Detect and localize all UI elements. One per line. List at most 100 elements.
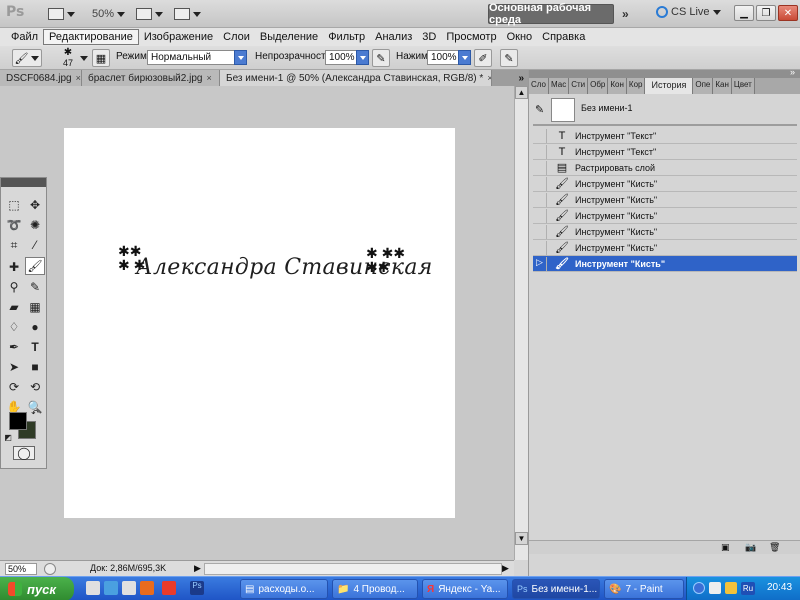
crop-tool-icon[interactable]: ⌗ [4, 236, 24, 254]
close-icon[interactable]: × [206, 73, 211, 83]
flow-field[interactable]: 100% [427, 50, 459, 65]
3d-rotate-tool-icon[interactable]: ⟳ [4, 378, 24, 396]
path-selection-tool-icon[interactable]: ➤ [4, 358, 24, 376]
blend-mode-dropdown-button[interactable] [234, 50, 247, 65]
history-step[interactable]: T Инструмент "Текст" [533, 128, 797, 144]
marquee-tool-icon[interactable]: ⬚ [4, 196, 24, 214]
history-step[interactable]: 🖌 Инструмент "Кисть" [533, 192, 797, 208]
new-snapshot-icon[interactable]: 📷 [745, 542, 756, 553]
arrange-documents-button[interactable] [136, 6, 163, 22]
history-step[interactable]: 🖌 Инструмент "Кисть" [533, 176, 797, 192]
menu-file[interactable]: Файл [6, 30, 43, 44]
delete-state-icon[interactable]: 🗑 [769, 542, 780, 553]
status-menu-arrow-icon[interactable]: ▶ [194, 563, 201, 574]
blur-tool-icon[interactable]: ♢ [4, 318, 24, 336]
doc-tab-bracelet[interactable]: браслет бирюзовый2.jpg × [82, 70, 220, 86]
menu-window[interactable]: Окно [502, 30, 538, 44]
menu-view[interactable]: Просмотр [441, 30, 501, 44]
scroll-down-icon[interactable]: ▼ [515, 532, 528, 545]
language-indicator[interactable]: Ru [741, 582, 755, 595]
chevron-down-icon[interactable] [80, 56, 88, 61]
history-state-checkbox[interactable] [533, 128, 547, 143]
new-document-from-state-icon[interactable]: ▣ [721, 542, 730, 553]
brush-tool-icon[interactable]: 🖌 [25, 257, 45, 275]
minimize-button[interactable]: ▁ [734, 5, 754, 21]
document-canvas[interactable] [64, 128, 455, 518]
launch-bridge-button[interactable] [48, 6, 75, 22]
move-tool-icon[interactable]: ✥ [25, 196, 45, 214]
opacity-field[interactable]: 100% [325, 50, 357, 65]
history-state-slider-icon[interactable]: ▷ [533, 256, 547, 271]
history-state-checkbox[interactable] [533, 240, 547, 255]
taskbar-item-yandex[interactable]: Я Яндекс - Ya... [422, 579, 508, 599]
history-state-checkbox[interactable] [533, 224, 547, 239]
history-step[interactable]: ▤ Растрировать слой [533, 160, 797, 176]
tab-channels[interactable]: Кан [713, 78, 732, 94]
history-state-checkbox[interactable] [533, 144, 547, 159]
tab-correction[interactable]: Кор [626, 78, 646, 94]
shape-tool-icon[interactable]: ■ [25, 358, 45, 376]
tab-contours[interactable]: Кон [608, 78, 627, 94]
menu-image[interactable]: Изображение [139, 30, 218, 44]
vertical-scrollbar[interactable]: ▲ ▼ [514, 86, 528, 560]
screen-mode-button[interactable] [174, 6, 201, 22]
history-step[interactable]: 🖌 Инструмент "Кисть" [533, 208, 797, 224]
clock[interactable]: 20:43 [767, 582, 792, 593]
start-button[interactable]: пуск [0, 577, 74, 600]
doc-tab-dscf0684[interactable]: DSCF0684.jpg × [0, 70, 82, 86]
eraser-tool-icon[interactable]: ▰ [4, 298, 24, 316]
history-step[interactable]: 🖌 Инструмент "Кисть" [533, 224, 797, 240]
brush-picker[interactable]: ✱ 47 [56, 48, 80, 69]
show-desktop-icon[interactable] [86, 581, 100, 595]
tray-expand-icon[interactable] [693, 582, 705, 594]
media-player-icon[interactable] [122, 581, 136, 595]
taskbar-item-spreadsheet[interactable]: ▤ расходы.о... [240, 579, 328, 599]
cs-live-button[interactable]: CS Live [656, 6, 721, 18]
history-snapshot[interactable]: ✎ Без имени-1 [533, 98, 797, 124]
quick-mask-icon[interactable]: ◯ [13, 446, 35, 460]
tools-panel-header[interactable] [1, 178, 46, 187]
blend-mode-select[interactable]: Нормальный [147, 50, 235, 65]
workspace-switcher-button[interactable]: Основная рабочая среда [488, 2, 614, 26]
history-step[interactable]: T Инструмент "Текст" [533, 144, 797, 160]
tablet-size-toggle[interactable]: ✎ [500, 49, 518, 67]
history-step-current[interactable]: ▷ 🖌 Инструмент "Кисть" [533, 256, 797, 272]
tool-preset-picker[interactable]: 🖌 [12, 49, 42, 67]
menu-help[interactable]: Справка [537, 30, 590, 44]
taskbar-item-paint[interactable]: 🎨 7 - Paint [604, 579, 684, 599]
default-colors-icon[interactable]: ◩ [3, 432, 13, 442]
opera-icon[interactable] [162, 581, 176, 595]
scroll-right-icon[interactable]: ▶ [502, 563, 509, 574]
history-brush-source-icon[interactable]: ✎ [535, 103, 544, 116]
dodge-tool-icon[interactable]: ● [25, 318, 45, 336]
foreground-color-swatch[interactable] [9, 412, 27, 430]
tablet-opacity-toggle[interactable]: ✎ [372, 49, 390, 67]
close-icon[interactable]: × [76, 73, 81, 83]
share-icon[interactable] [44, 563, 56, 575]
flow-slider-button[interactable] [458, 50, 471, 65]
quick-selection-tool-icon[interactable]: ✺ [25, 216, 45, 234]
collapse-panel-icon[interactable]: » [790, 67, 795, 77]
taskbar-item-explorer[interactable]: 📁 4 Провод... [332, 579, 418, 599]
type-tool-icon[interactable]: T [25, 338, 45, 356]
tab-color[interactable]: Цвет [731, 78, 755, 94]
spot-healing-tool-icon[interactable]: ✚ [4, 258, 24, 276]
panel-header-bar[interactable]: » [529, 67, 800, 78]
history-state-checkbox[interactable] [533, 160, 547, 175]
tab-history[interactable]: История [645, 78, 694, 94]
history-state-checkbox[interactable] [533, 192, 547, 207]
eyedropper-tool-icon[interactable]: ⁄ [25, 236, 45, 254]
history-step[interactable]: 🖌 Инструмент "Кисть" [533, 240, 797, 256]
clone-stamp-tool-icon[interactable]: ⚲ [4, 278, 24, 296]
tab-samples[interactable]: Обр [588, 78, 609, 94]
menu-3d[interactable]: 3D [417, 30, 441, 44]
gradient-tool-icon[interactable]: ▦ [25, 298, 45, 316]
close-button[interactable]: ✕ [778, 5, 798, 21]
3d-orbit-tool-icon[interactable]: ⟲ [25, 378, 45, 396]
scroll-up-icon[interactable]: ▲ [515, 86, 528, 99]
history-state-checkbox[interactable] [533, 208, 547, 223]
restore-button[interactable]: ❐ [756, 5, 776, 21]
tab-masks[interactable]: Мас [548, 78, 570, 94]
status-zoom-field[interactable]: 50% [5, 563, 37, 575]
menu-filter[interactable]: Фильтр [323, 30, 370, 44]
